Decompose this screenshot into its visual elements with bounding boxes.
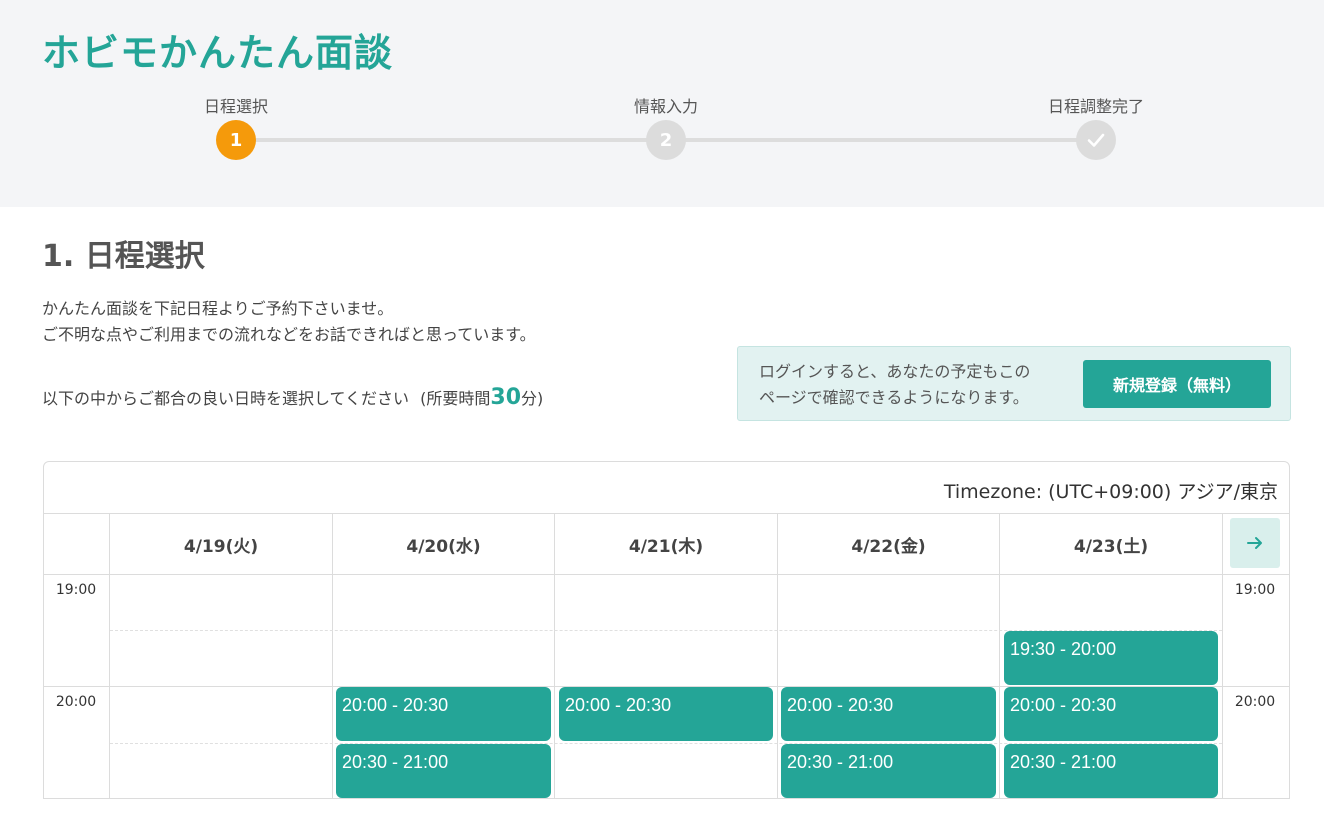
- step-label: 情報入力: [633, 97, 698, 116]
- time-label: 19:00: [1234, 582, 1276, 598]
- progress-stepper: 日程選択 1 情報入力 2 日程調整完了: [0, 95, 1324, 175]
- duration-value: 30: [490, 385, 522, 410]
- timezone-label: Timezone: (UTC+09:00) アジア/東京: [943, 481, 1278, 503]
- selection-instruction: 以下の中からご都合の良い日時を選択してください (所要時間30分): [42, 385, 543, 410]
- step-info: 情報入力 2: [566, 95, 766, 160]
- grid-line: [1222, 514, 1223, 799]
- time-label: 20:00: [1234, 694, 1276, 710]
- check-icon: [1087, 133, 1105, 147]
- schedule-calendar: Timezone: (UTC+09:00) アジア/東京 4/19(火) 4/2…: [43, 461, 1290, 799]
- step-number-badge: 1: [216, 120, 256, 160]
- time-slot[interactable]: 19:30 - 20:00: [1004, 631, 1218, 685]
- time-slot[interactable]: 20:30 - 21:00: [781, 744, 996, 798]
- day-header: 4/19(火): [183, 536, 259, 557]
- step-number-badge: 2: [646, 120, 686, 160]
- login-prompt-box: ログインすると、あなたの予定もこの ページで確認できるようになります。 新規登録…: [737, 346, 1291, 421]
- app-title: ホビモかんたん面談: [42, 31, 394, 75]
- instruction-text: 以下の中からご都合の良い日時を選択してください: [42, 389, 410, 408]
- time-slot[interactable]: 20:00 - 20:30: [559, 687, 773, 741]
- login-line: ログインすると、あなたの予定もこの: [759, 362, 1031, 381]
- step-label: 日程選択: [203, 97, 268, 116]
- arrow-right-icon: [1247, 537, 1262, 549]
- time-slot[interactable]: 20:30 - 21:00: [1004, 744, 1218, 798]
- grid-line: [44, 574, 1289, 575]
- time-slot[interactable]: 20:00 - 20:30: [781, 687, 996, 741]
- day-header: 4/22(金): [851, 536, 926, 557]
- intro-text: かんたん面談を下記日程よりご予約下さいませ。 ご不明な点やご利用までの流れなどを…: [42, 296, 536, 348]
- intro-line: ご不明な点やご利用までの流れなどをお話できればと思っています。: [42, 325, 536, 344]
- duration-suffix: 分): [521, 389, 544, 408]
- timezone-bar: Timezone: (UTC+09:00) アジア/東京: [44, 462, 1289, 514]
- step-label: 日程調整完了: [1047, 97, 1144, 116]
- intro-line: かんたん面談を下記日程よりご予約下さいませ。: [42, 299, 394, 318]
- day-header: 4/21(木): [628, 536, 704, 557]
- register-button[interactable]: 新規登録（無料）: [1083, 360, 1271, 408]
- login-line: ページで確認できるようになります。: [759, 388, 1029, 407]
- time-label: 20:00: [55, 694, 97, 710]
- day-header: 4/20(水): [406, 536, 481, 557]
- step-complete: 日程調整完了: [996, 95, 1196, 160]
- step-check-badge: [1076, 120, 1116, 160]
- time-label: 19:00: [55, 582, 97, 598]
- duration-prefix: (所要時間: [420, 389, 491, 408]
- step-schedule: 日程選択 1: [136, 95, 336, 160]
- login-prompt-text: ログインすると、あなたの予定もこの ページで確認できるようになります。: [759, 359, 1030, 411]
- section-title: 1. 日程選択: [42, 239, 205, 274]
- time-slot[interactable]: 20:00 - 20:30: [336, 687, 551, 741]
- header-area: ホビモかんたん面談 日程選択 1 情報入力 2 日程調整完了: [0, 0, 1324, 207]
- day-header: 4/23(土): [1073, 536, 1149, 557]
- next-week-button[interactable]: [1230, 518, 1280, 568]
- time-slot[interactable]: 20:30 - 21:00: [336, 744, 551, 798]
- time-slot[interactable]: 20:00 - 20:30: [1004, 687, 1218, 741]
